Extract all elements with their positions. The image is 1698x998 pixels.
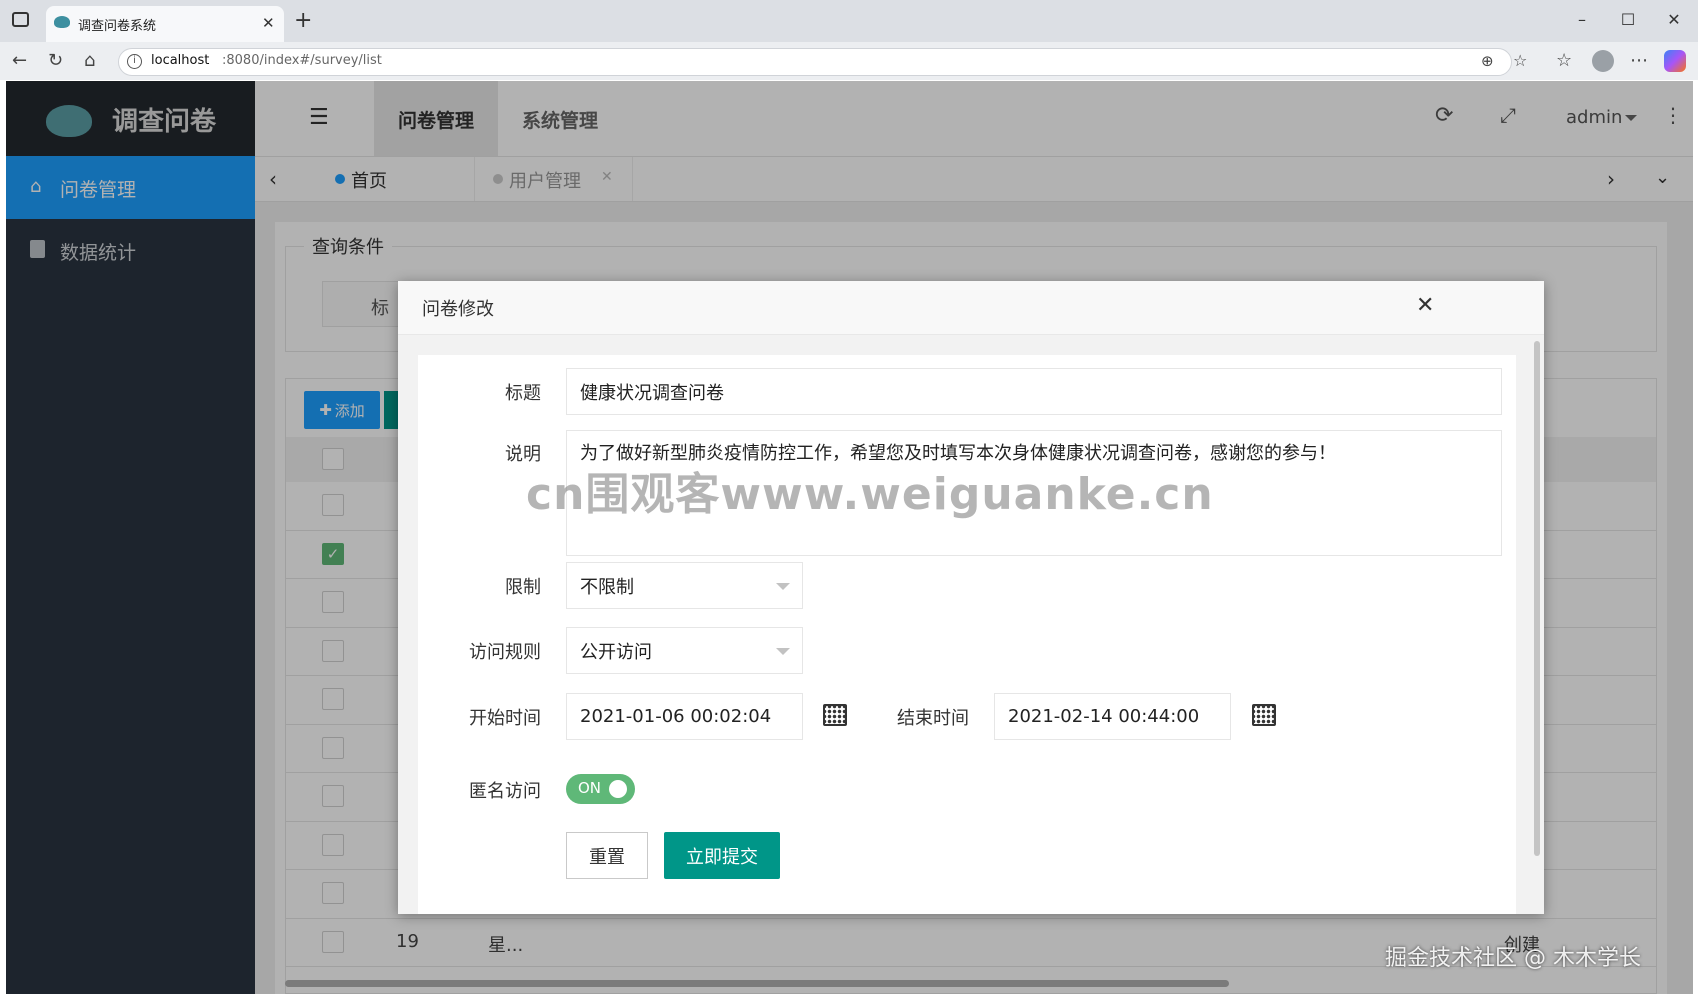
url-host: localhost bbox=[151, 53, 210, 68]
maximize-icon[interactable]: ☐ bbox=[1618, 10, 1638, 30]
limit-select-value: 不限制 bbox=[580, 576, 634, 598]
browser-tab-title: 调查问卷系统 bbox=[78, 19, 157, 34]
access-rule-label: 访问规则 bbox=[469, 642, 541, 663]
description-label: 说明 bbox=[505, 444, 541, 465]
title-input-value: 健康状况调查问卷 bbox=[580, 382, 724, 404]
submit-button[interactable]: 立即提交 bbox=[664, 832, 780, 879]
modal-body: 标题 健康状况调查问卷 说明 为了做好新型肺炎疫情防控工作，希望您及时填写本次身… bbox=[418, 355, 1516, 914]
anonymous-toggle[interactable]: ON bbox=[566, 774, 635, 804]
reset-button-label: 重置 bbox=[589, 846, 625, 868]
select-caret-icon bbox=[776, 647, 790, 655]
access-rule-value: 公开访问 bbox=[580, 641, 652, 663]
end-time-input[interactable]: 2021-02-14 00:44:00 bbox=[994, 693, 1231, 740]
submit-button-label: 立即提交 bbox=[686, 846, 758, 868]
home-nav-icon[interactable]: ⌂ bbox=[84, 50, 95, 71]
anonymous-label: 匿名访问 bbox=[469, 781, 541, 802]
url-path: :8080/index#/survey/list bbox=[222, 53, 382, 68]
credit-text: 掘金技术社区 @ 木木学长 bbox=[1385, 946, 1641, 971]
close-icon[interactable]: ✕ bbox=[1416, 293, 1434, 318]
access-rule-select[interactable]: 公开访问 bbox=[566, 627, 803, 674]
title-input[interactable]: 健康状况调查问卷 bbox=[566, 368, 1502, 415]
limit-label: 限制 bbox=[505, 577, 541, 598]
start-time-input[interactable]: 2021-01-06 00:02:04 bbox=[566, 693, 803, 740]
watermark-text: cn围观客www.weiguanke.cn bbox=[526, 469, 1214, 520]
more-menu-icon[interactable]: ⋯ bbox=[1630, 50, 1648, 71]
modal-scrollbar[interactable] bbox=[1534, 341, 1540, 856]
modal-title: 问卷修改 bbox=[422, 299, 494, 320]
edit-survey-modal: 问卷修改 ✕ 标题 健康状况调查问卷 说明 为了做好新型肺炎疫情防控工作，希望您… bbox=[398, 281, 1544, 914]
browser-chrome: 调查问卷系统 ✕ + – ☐ ✕ ← ↻ ⌂ i localhost :8080… bbox=[0, 0, 1698, 80]
address-bar[interactable]: i localhost :8080/index#/survey/list ⊕ ☆ bbox=[118, 48, 1527, 76]
reload-icon[interactable]: ↻ bbox=[48, 50, 63, 71]
tab-close-icon[interactable]: ✕ bbox=[262, 14, 275, 32]
new-tab-icon[interactable]: + bbox=[294, 8, 312, 33]
copilot-icon[interactable] bbox=[1664, 50, 1686, 72]
modal-header: 问卷修改 ✕ bbox=[398, 281, 1544, 335]
whale-favicon-icon bbox=[54, 16, 70, 28]
limit-select[interactable]: 不限制 bbox=[566, 562, 803, 609]
start-time-label: 开始时间 bbox=[469, 708, 541, 729]
site-info-icon[interactable]: i bbox=[127, 54, 142, 69]
favorite-star-icon[interactable]: ☆ bbox=[1513, 51, 1527, 70]
minimize-icon[interactable]: – bbox=[1572, 10, 1592, 30]
calendar-icon[interactable] bbox=[1252, 704, 1276, 726]
toggle-knob bbox=[609, 780, 627, 798]
select-caret-icon bbox=[776, 582, 790, 590]
sidebar-toggle-icon[interactable] bbox=[12, 12, 29, 27]
title-label: 标题 bbox=[505, 383, 541, 404]
back-icon[interactable]: ← bbox=[12, 50, 27, 71]
calendar-icon[interactable] bbox=[823, 704, 847, 726]
start-time-value: 2021-01-06 00:02:04 bbox=[580, 706, 772, 727]
toggle-state: ON bbox=[578, 779, 602, 797]
favorites-icon[interactable]: ☆ bbox=[1556, 50, 1572, 71]
end-time-value: 2021-02-14 00:44:00 bbox=[1008, 706, 1200, 727]
profile-avatar[interactable] bbox=[1592, 50, 1614, 72]
end-time-label: 结束时间 bbox=[897, 708, 969, 729]
browser-tab-strip: 调查问卷系统 ✕ + – ☐ ✕ bbox=[0, 0, 1698, 42]
close-window-icon[interactable]: ✕ bbox=[1664, 10, 1684, 30]
reset-button[interactable]: 重置 bbox=[566, 832, 648, 879]
zoom-icon[interactable]: ⊕ bbox=[1481, 52, 1494, 70]
browser-tab[interactable]: 调查问卷系统 ✕ bbox=[46, 6, 284, 42]
